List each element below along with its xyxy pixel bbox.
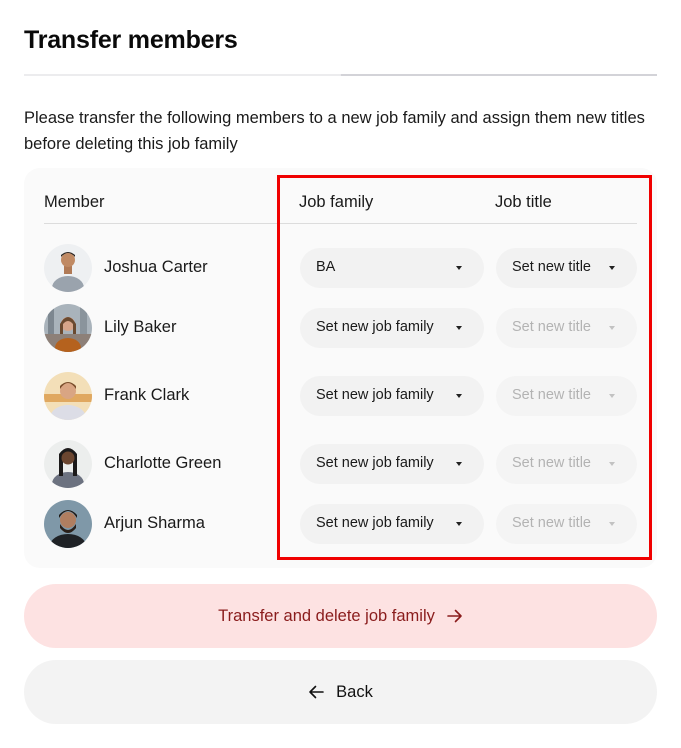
header-divider xyxy=(44,223,637,224)
page-title: Transfer members xyxy=(24,26,238,54)
job-title-value: Set new title xyxy=(512,515,591,531)
caret-down-icon xyxy=(609,266,615,270)
member-name: Arjun Sharma xyxy=(104,514,205,532)
caret-down-icon xyxy=(456,326,462,330)
job-family-select[interactable]: Set new job family xyxy=(300,504,484,544)
progress-completed xyxy=(24,74,340,76)
avatar xyxy=(44,304,92,352)
job-title-select[interactable]: Set new title xyxy=(496,248,637,288)
table-row: Lily Baker Set new job family Set new ti… xyxy=(0,304,681,352)
back-label: Back xyxy=(336,682,373,701)
table-row: Joshua Carter BA Set new title xyxy=(0,244,681,292)
member-name: Charlotte Green xyxy=(104,454,222,472)
job-family-select[interactable]: Set new job family xyxy=(300,308,484,348)
caret-down-icon xyxy=(456,462,462,466)
member-name: Joshua Carter xyxy=(104,258,208,276)
step-progress-bar xyxy=(24,74,657,76)
column-header-job-title: Job title xyxy=(495,193,552,211)
caret-down-icon xyxy=(609,326,615,330)
job-title-select[interactable]: Set new title xyxy=(496,308,637,348)
job-family-select[interactable]: BA xyxy=(300,248,484,288)
progress-remaining xyxy=(341,74,657,76)
caret-down-icon xyxy=(609,522,615,526)
member-name: Frank Clark xyxy=(104,386,190,404)
job-title-select[interactable]: Set new title xyxy=(496,444,637,484)
job-title-value: Set new title xyxy=(512,387,591,403)
arrow-left-icon xyxy=(308,685,324,699)
caret-down-icon xyxy=(456,394,462,398)
avatar xyxy=(44,372,92,420)
job-family-select[interactable]: Set new job family xyxy=(300,444,484,484)
transfer-and-delete-label: Transfer and delete job family xyxy=(218,606,435,625)
arrow-right-icon xyxy=(447,609,463,623)
avatar xyxy=(44,244,92,292)
back-button[interactable]: Back xyxy=(24,660,657,724)
job-family-value: Set new job family xyxy=(316,455,434,471)
job-title-value: Set new title xyxy=(512,319,591,335)
instructions-text: Please transfer the following members to… xyxy=(24,109,645,153)
caret-down-icon xyxy=(609,462,615,466)
job-family-select[interactable]: Set new job family xyxy=(300,376,484,416)
job-title-select[interactable]: Set new title xyxy=(496,504,637,544)
caret-down-icon xyxy=(609,394,615,398)
table-row: Frank Clark Set new job family Set new t… xyxy=(0,372,681,420)
column-header-member: Member xyxy=(44,193,105,211)
job-title-value: Set new title xyxy=(512,455,591,471)
job-family-value: Set new job family xyxy=(316,387,434,403)
table-row: Charlotte Green Set new job family Set n… xyxy=(0,440,681,488)
avatar xyxy=(44,500,92,548)
transfer-and-delete-button[interactable]: Transfer and delete job family xyxy=(24,584,657,648)
table-row: Arjun Sharma Set new job family Set new … xyxy=(0,500,681,548)
job-family-value: Set new job family xyxy=(316,319,434,335)
job-family-value: Set new job family xyxy=(316,515,434,531)
caret-down-icon xyxy=(456,522,462,526)
member-name: Lily Baker xyxy=(104,318,177,336)
avatar xyxy=(44,440,92,488)
job-title-value: Set new title xyxy=(512,259,591,275)
job-title-select[interactable]: Set new title xyxy=(496,376,637,416)
column-header-job-family: Job family xyxy=(299,193,374,211)
job-family-value: BA xyxy=(316,259,336,275)
caret-down-icon xyxy=(456,266,462,270)
